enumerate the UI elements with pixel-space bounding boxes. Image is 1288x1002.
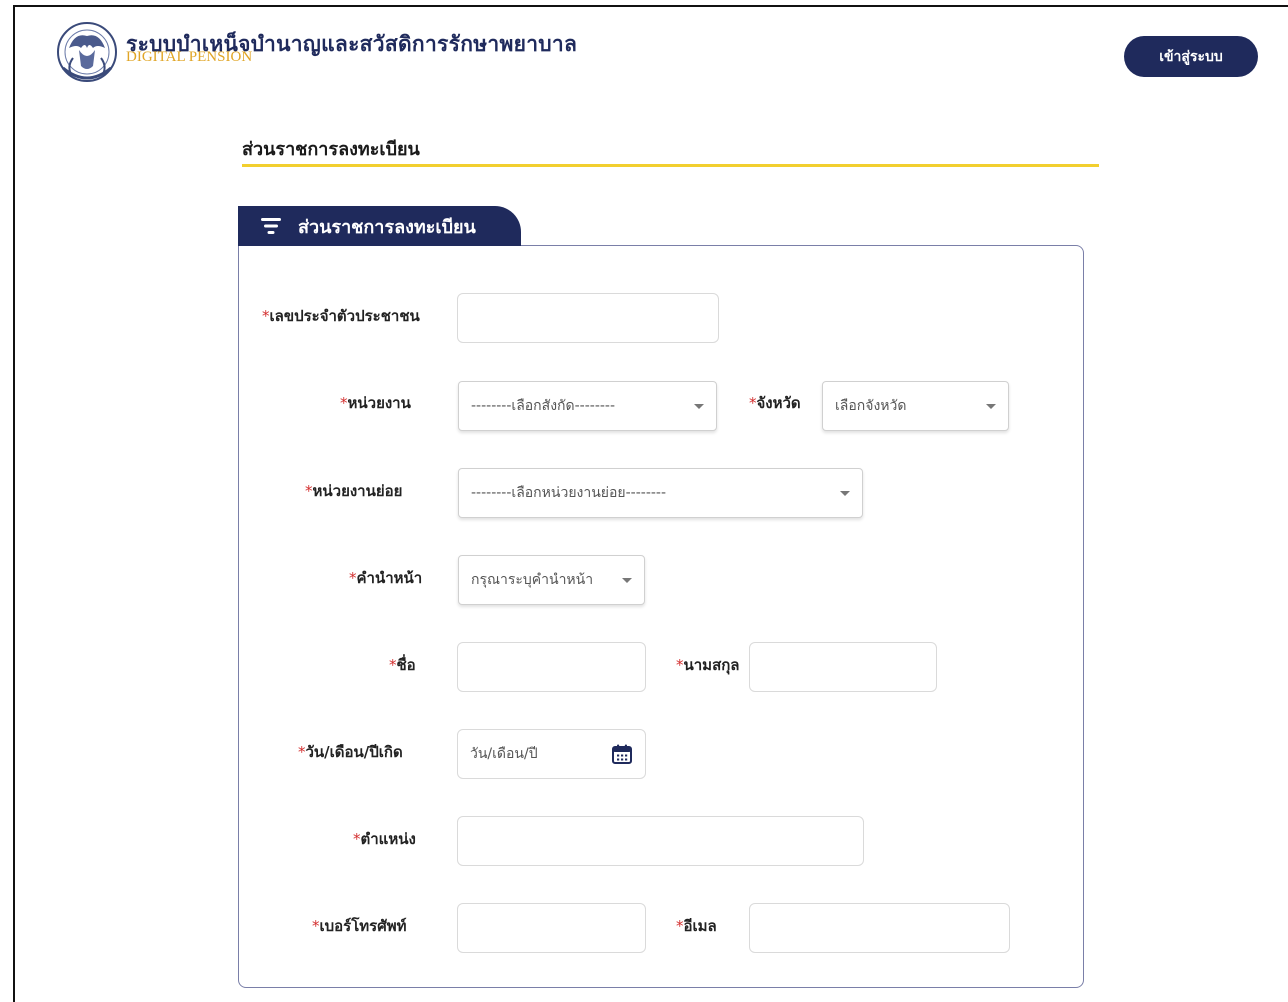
- chevron-down-icon: [622, 577, 632, 583]
- chevron-down-icon: [694, 403, 704, 409]
- sub-agency-select-value: --------เลือกหน่วยงานย่อย--------: [471, 485, 667, 501]
- agency-select-value: --------เลือกสังกัด--------: [471, 398, 616, 414]
- card-tab-label: ส่วนราชการลงทะเบียน: [298, 216, 476, 238]
- phone-input[interactable]: [457, 903, 646, 953]
- app-subtitle: DIGITAL PENSION: [126, 49, 253, 65]
- filter-icon: [260, 215, 282, 237]
- card-tab: ส่วนราชการลงทะเบียน: [238, 206, 521, 246]
- calendar-icon[interactable]: [611, 743, 633, 765]
- province-select-value: เลือกจังหวัด: [835, 398, 907, 414]
- last-name-label: *นามสกุล: [676, 656, 740, 674]
- province-select[interactable]: เลือกจังหวัด: [822, 381, 1009, 431]
- department-emblem-icon: [55, 18, 119, 90]
- chevron-down-icon: [840, 490, 850, 496]
- position-label: *ตำแหน่ง: [353, 830, 416, 848]
- citizen-id-input[interactable]: [457, 293, 719, 343]
- last-name-input[interactable]: [749, 642, 937, 692]
- prefix-select[interactable]: กรุณาระบุคำนำหน้า: [458, 555, 645, 605]
- email-label: *อีเมล: [676, 917, 717, 935]
- province-label: *จังหวัด: [749, 394, 801, 412]
- email-input[interactable]: [749, 903, 1010, 953]
- sub-agency-select[interactable]: --------เลือกหน่วยงานย่อย--------: [458, 468, 863, 518]
- login-button[interactable]: เข้าสู่ระบบ: [1124, 36, 1258, 77]
- prefix-label: *คำนำหน้า: [349, 569, 423, 587]
- prefix-select-value: กรุณาระบุคำนำหน้า: [471, 572, 594, 588]
- phone-label: *เบอร์โทรศัพท์: [312, 917, 407, 935]
- citizen-id-label: *เลขประจำตัวประชาชน: [262, 307, 420, 325]
- birth-date-label: *วัน/เดือน/ปีเกิด: [298, 743, 403, 761]
- first-name-label: *ชื่อ: [389, 656, 416, 674]
- page-title: ส่วนราชการลงทะเบียน: [242, 139, 420, 160]
- birth-date-field[interactable]: วัน/เดือน/ปี: [457, 729, 646, 779]
- heading-underline: [242, 164, 1099, 167]
- chevron-down-icon: [986, 403, 996, 409]
- registration-form-card: [238, 245, 1084, 988]
- agency-select[interactable]: --------เลือกสังกัด--------: [458, 381, 717, 431]
- agency-label: *หน่วยงาน: [340, 394, 411, 412]
- sub-agency-label: *หน่วยงานย่อย: [305, 482, 403, 500]
- birth-date-placeholder: วัน/เดือน/ปี: [470, 746, 538, 762]
- first-name-input[interactable]: [457, 642, 646, 692]
- position-input[interactable]: [457, 816, 864, 866]
